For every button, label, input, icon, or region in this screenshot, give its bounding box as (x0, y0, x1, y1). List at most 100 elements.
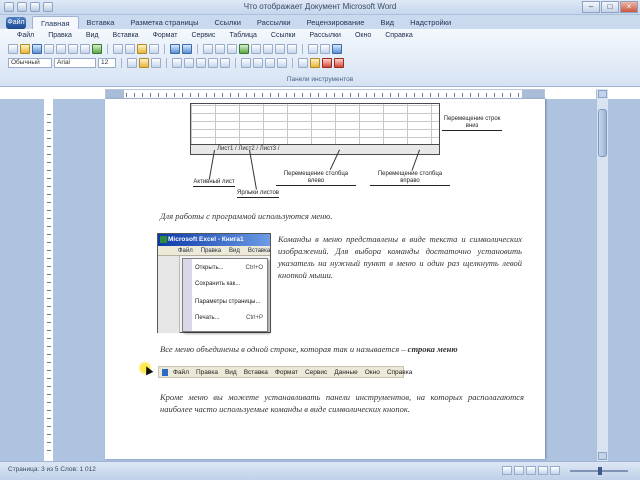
insert-excel-icon[interactable] (239, 44, 249, 54)
line-spacing-icon[interactable] (220, 58, 230, 68)
tab-references[interactable]: Ссылки (206, 16, 248, 29)
columns-icon[interactable] (251, 44, 261, 54)
menu-format[interactable]: Формат (146, 32, 185, 39)
font-color-arrow-icon[interactable] (334, 58, 344, 68)
document-map-icon[interactable] (275, 44, 285, 54)
decrease-indent-icon[interactable] (265, 58, 275, 68)
help-icon[interactable] (332, 44, 342, 54)
tables-borders-icon[interactable] (215, 44, 225, 54)
tab-addins[interactable]: Надстройки (402, 16, 459, 29)
read-icon[interactable] (320, 44, 330, 54)
callout-move-columns-right: Перемещение столбца вправо (370, 171, 450, 186)
menu-window[interactable]: Окно (348, 32, 378, 39)
maximize-button[interactable]: □ (601, 1, 619, 13)
paste-icon[interactable] (137, 44, 147, 54)
drawing-icon[interactable] (263, 44, 273, 54)
numbering-icon[interactable] (241, 58, 251, 68)
excel-menu-figure: Microsoft Excel - Книга1 Файл Правка Вид… (157, 233, 271, 333)
zoom-icon[interactable] (308, 44, 318, 54)
undo-icon[interactable] (170, 44, 180, 54)
menu-table[interactable]: Таблица (222, 32, 263, 39)
redo-icon[interactable] (182, 44, 192, 54)
mouse-pointer-icon (138, 361, 152, 375)
bullets-icon[interactable] (253, 58, 263, 68)
outside-border-icon[interactable] (298, 58, 308, 68)
horizontal-ruler[interactable] (105, 89, 545, 99)
print-icon[interactable] (68, 44, 78, 54)
font-select[interactable]: Arial (54, 58, 96, 68)
underline-icon[interactable] (151, 58, 161, 68)
para-menu-description: Команды в меню представлены в виде текст… (278, 234, 522, 280)
copy-icon[interactable] (125, 44, 135, 54)
show-hide-icon[interactable] (287, 44, 297, 54)
open-folder-icon[interactable] (20, 44, 30, 54)
hyperlink-icon[interactable] (203, 44, 213, 54)
ribbon: Файл Правка Вид Вставка Формат Сервис Та… (0, 29, 640, 87)
menu-file[interactable]: Файл (10, 32, 41, 39)
font-color-icon[interactable] (322, 58, 332, 68)
align-right-icon[interactable] (196, 58, 206, 68)
view-buttons (502, 466, 560, 475)
new-document-icon[interactable] (8, 44, 18, 54)
zoom-slider[interactable] (570, 467, 628, 475)
web-layout-icon[interactable] (526, 466, 536, 475)
save-icon[interactable] (32, 44, 42, 54)
office-button[interactable]: Файл (6, 17, 26, 29)
legacy-menu-bar: Файл Правка Вид Вставка Формат Сервис Та… (10, 32, 420, 39)
email-icon[interactable] (56, 44, 66, 54)
tab-review[interactable]: Рецензирование (299, 16, 373, 29)
standard-toolbar (8, 43, 342, 55)
menu-mailings[interactable]: Рассылки (303, 32, 348, 39)
scroll-up-icon[interactable] (598, 90, 607, 98)
style-select[interactable]: Обычный (8, 58, 52, 68)
tab-view[interactable]: Вид (372, 16, 402, 29)
callout-move-rows: Перемещение строк вниз (442, 116, 502, 131)
permission-icon[interactable] (44, 44, 54, 54)
excel-menu-bar: Файл Правка Вид Вставка (158, 246, 270, 256)
scroll-down-icon[interactable] (598, 452, 607, 460)
ribbon-tabs: Файл Главная Вставка Разметка страницы С… (0, 15, 640, 29)
justify-icon[interactable] (208, 58, 218, 68)
spelling-icon[interactable] (92, 44, 102, 54)
tab-page-layout[interactable]: Разметка страницы (122, 16, 206, 29)
menu-help[interactable]: Справка (378, 32, 419, 39)
callout-move-columns-left: Перемещение столбца влево (276, 171, 356, 186)
full-screen-icon[interactable] (514, 466, 524, 475)
sheet-tabs: Лист1 / Лист2 / Лист3 / (191, 144, 439, 154)
font-size-select[interactable]: 12 (98, 58, 116, 68)
para-toolbars: Кроме меню вы можете устанавливать панел… (160, 392, 524, 414)
draft-icon[interactable] (550, 466, 560, 475)
excel-icon (160, 236, 167, 243)
excel-menu-strip-figure: Файл Правка Вид Вставка Формат Сервис Да… (158, 366, 412, 378)
scroll-thumb[interactable] (598, 109, 607, 157)
tab-home[interactable]: Главная (32, 16, 79, 29)
insert-table-icon[interactable] (227, 44, 237, 54)
excel-grip-icon (162, 369, 168, 376)
menu-edit[interactable]: Правка (41, 32, 79, 39)
bold-icon[interactable] (127, 58, 137, 68)
minimize-button[interactable]: – (582, 1, 600, 13)
vertical-scrollbar[interactable] (596, 89, 608, 461)
ribbon-group-label: Панели инструментов (286, 76, 354, 83)
formatting-toolbar: Обычный Arial 12 (8, 57, 344, 69)
status-text: Страница: 3 из 5 Слов: 1 012 (8, 466, 96, 473)
menu-references[interactable]: Ссылки (264, 32, 303, 39)
menu-insert[interactable]: Вставка (106, 32, 146, 39)
menu-tools[interactable]: Сервис (184, 32, 222, 39)
print-layout-icon[interactable] (502, 466, 512, 475)
format-painter-icon[interactable] (149, 44, 159, 54)
vertical-ruler[interactable] (44, 99, 54, 461)
highlight-icon[interactable] (310, 58, 320, 68)
italic-icon[interactable] (139, 58, 149, 68)
align-center-icon[interactable] (184, 58, 194, 68)
term-menu-bar: строка меню (407, 344, 458, 354)
close-button[interactable]: × (620, 1, 638, 13)
menu-view[interactable]: Вид (79, 32, 106, 39)
align-left-icon[interactable] (172, 58, 182, 68)
cut-icon[interactable] (113, 44, 123, 54)
tab-mailings[interactable]: Рассылки (249, 16, 299, 29)
increase-indent-icon[interactable] (277, 58, 287, 68)
tab-insert[interactable]: Вставка (79, 16, 123, 29)
outline-icon[interactable] (538, 466, 548, 475)
print-preview-icon[interactable] (80, 44, 90, 54)
